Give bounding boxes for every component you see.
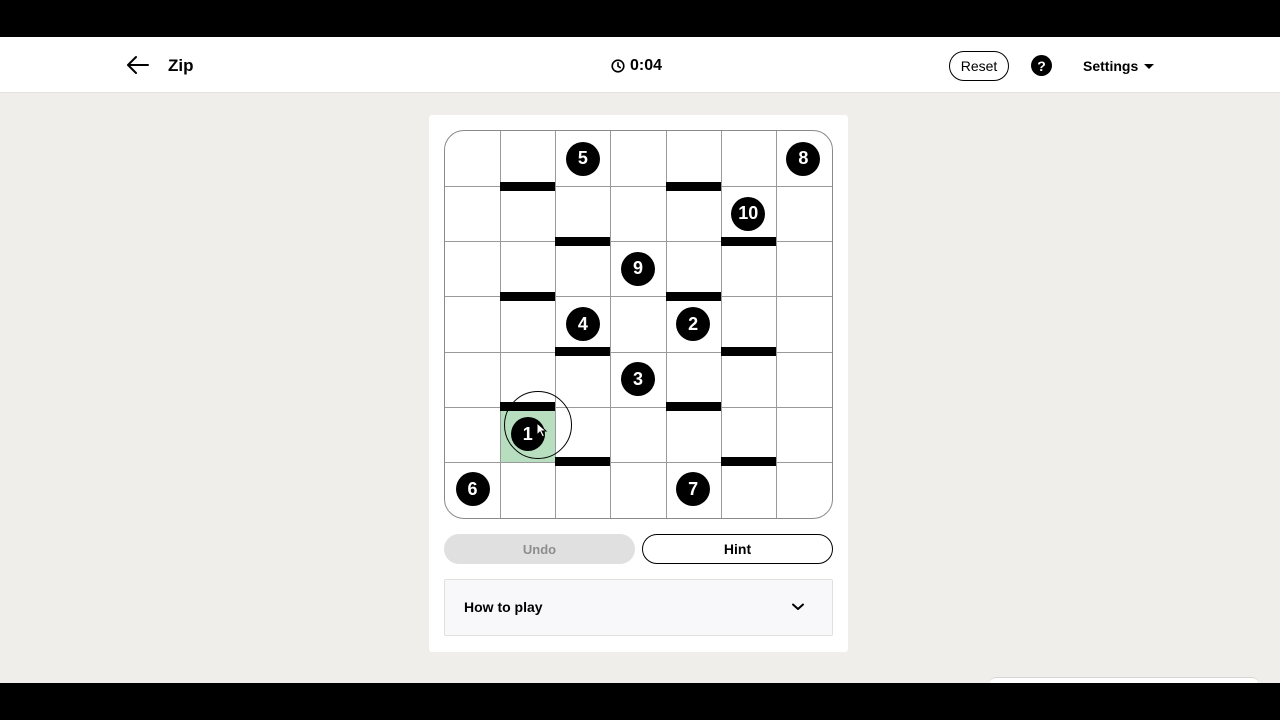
- wall-segment: [720, 457, 776, 467]
- chevron-down-icon: [792, 603, 804, 610]
- help-button[interactable]: ?: [1031, 55, 1052, 76]
- number-badge-9: 9: [621, 251, 655, 286]
- game-title: Zip: [168, 56, 194, 75]
- number-badge-10: 10: [731, 196, 766, 231]
- reset-button[interactable]: Reset: [949, 51, 1009, 81]
- number-badge-7: 7: [676, 472, 711, 507]
- settings-label: Settings: [1083, 58, 1139, 74]
- top-bar: Zip 0:04 Reset ? Settings: [0, 37, 1280, 93]
- wall-segment: [665, 402, 721, 412]
- wall-segment: [500, 181, 556, 191]
- number-badge-4: 4: [565, 307, 600, 341]
- wall-segment: [665, 291, 721, 301]
- caret-down-icon: [1144, 63, 1155, 69]
- number-badge-2: 2: [676, 307, 711, 341]
- grid-line: [775, 131, 777, 518]
- arrow-left-icon: [127, 56, 149, 74]
- wall-segment: [720, 347, 776, 357]
- number-badge-5: 5: [565, 141, 600, 176]
- wall-segment: [500, 291, 556, 301]
- number-badge-1: 1: [510, 417, 545, 452]
- game-board[interactable]: 5 8 10 9 4 2 3 1 6 7: [444, 130, 833, 519]
- timer-value: 0:04: [630, 57, 663, 74]
- wall-segment: [555, 457, 611, 467]
- grid-line: [610, 131, 612, 518]
- wall-segment: [665, 181, 721, 191]
- game-page: Zip 0:04 Reset ? Settings 5 8 10 9 4 2 3 1 6 7 Un…: [0, 37, 1280, 683]
- partial-popup-edge: [990, 677, 1258, 683]
- wall-segment: [500, 402, 556, 412]
- undo-button[interactable]: Undo: [444, 534, 635, 564]
- clock-icon: [611, 59, 625, 73]
- wall-segment: [720, 236, 776, 246]
- number-badge-6: 6: [455, 472, 490, 507]
- timer: 0:04: [611, 56, 662, 76]
- wall-segment: [555, 236, 611, 246]
- how-to-play-label: How to play: [464, 599, 543, 615]
- number-badge-3: 3: [621, 362, 655, 397]
- wall-segment: [555, 347, 611, 357]
- hint-button[interactable]: Hint: [642, 534, 833, 564]
- how-to-play-accordion[interactable]: How to play: [444, 579, 833, 636]
- back-button[interactable]: [124, 53, 152, 77]
- settings-dropdown[interactable]: Settings: [1083, 57, 1155, 75]
- number-badge-8: 8: [786, 141, 821, 176]
